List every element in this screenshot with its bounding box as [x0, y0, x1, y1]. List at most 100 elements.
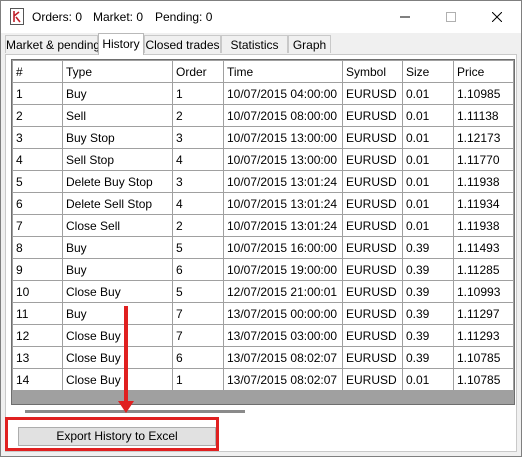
cell-symbol: EURUSD [342, 82, 403, 105]
column-header-price[interactable]: Price [453, 60, 514, 83]
cell-number: 12 [12, 324, 63, 347]
table-row[interactable]: 8 Buy 5 10/07/2015 16:00:00 EURUSD 0.39 1.1149… [12, 236, 514, 259]
cell-order: 4 [172, 192, 224, 215]
table-row[interactable]: 11 Buy 7 13/07/2015 00:00:00 EURUSD 0.39 1.112… [12, 302, 514, 325]
orders-count: Orders: 0 [32, 10, 83, 24]
table-row[interactable]: 13 Close Buy 6 13/07/2015 08:02:07 EURUSD 0.3… [12, 346, 514, 369]
tab-market-pending[interactable]: Market & pending [5, 35, 100, 53]
cell-time: 12/07/2015 21:00:01 [223, 280, 343, 303]
cell-time: 10/07/2015 13:00:00 [223, 148, 343, 171]
cell-time: 10/07/2015 04:00:00 [223, 82, 343, 105]
cell-type: Buy [62, 236, 173, 259]
cell-symbol: EURUSD [342, 126, 403, 149]
table-row[interactable]: 9 Buy 6 10/07/2015 19:00:00 EURUSD 0.39 1.1128… [12, 258, 514, 281]
cell-size: 0.01 [402, 368, 454, 391]
cell-time: 10/07/2015 08:00:00 [223, 104, 343, 127]
tab-statistics[interactable]: Statistics [221, 35, 288, 53]
column-header-order[interactable]: Order [172, 60, 224, 83]
cell-number: 3 [12, 126, 63, 149]
cell-price: 1.11934 [453, 192, 514, 215]
cell-symbol: EURUSD [342, 324, 403, 347]
cell-order: 7 [172, 302, 224, 325]
history-table: # Type Order Time Symbol Size Price 1 Buy… [12, 60, 514, 391]
cell-time: 10/07/2015 19:00:00 [223, 258, 343, 281]
horizontal-scrollbar[interactable] [25, 410, 245, 413]
cell-symbol: EURUSD [342, 368, 403, 391]
table-row[interactable]: 5 Delete Buy Stop 3 10/07/2015 13:01:24 EURU… [12, 170, 514, 193]
tab-graph[interactable]: Graph [288, 35, 331, 53]
cell-type: Buy [62, 258, 173, 281]
tab-closed-trades[interactable]: Closed trades [144, 35, 221, 53]
column-header-size[interactable]: Size [402, 60, 454, 83]
cell-time: 10/07/2015 13:01:24 [223, 192, 343, 215]
cell-number: 2 [12, 104, 63, 127]
cell-order: 3 [172, 126, 224, 149]
title-bar: Orders: 0 Market: 0 Pending: 0 [1, 1, 521, 33]
cell-size: 0.39 [402, 280, 454, 303]
market-count: Market: 0 [93, 10, 144, 24]
cell-symbol: EURUSD [342, 346, 403, 369]
close-button[interactable] [474, 1, 520, 33]
cell-time: 13/07/2015 03:00:00 [223, 324, 343, 347]
cell-size: 0.39 [402, 346, 454, 369]
minimize-icon [400, 16, 410, 18]
table-row[interactable]: 2 Sell 2 10/07/2015 08:00:00 EURUSD 0.01 1.111… [12, 104, 514, 127]
cell-price: 1.10785 [453, 346, 514, 369]
cell-symbol: EURUSD [342, 170, 403, 193]
cell-order: 1 [172, 82, 224, 105]
cell-order: 2 [172, 104, 224, 127]
column-header-time[interactable]: Time [223, 60, 343, 83]
cell-number: 6 [12, 192, 63, 215]
export-history-button[interactable]: Export History to Excel [18, 427, 216, 446]
table-row[interactable]: 6 Delete Sell Stop 4 10/07/2015 13:01:24 EUR… [12, 192, 514, 215]
cell-type: Close Buy [62, 324, 173, 347]
cell-price: 1.11938 [453, 170, 514, 193]
maximize-button[interactable] [428, 1, 474, 33]
column-header-symbol[interactable]: Symbol [342, 60, 403, 83]
cell-symbol: EURUSD [342, 214, 403, 237]
cell-type: Close Buy [62, 368, 173, 391]
cell-type: Sell Stop [62, 148, 173, 171]
cell-time: 10/07/2015 16:00:00 [223, 236, 343, 259]
cell-price: 1.11770 [453, 148, 514, 171]
cell-number: 11 [12, 302, 63, 325]
cell-price: 1.10985 [453, 82, 514, 105]
table-row[interactable]: 10 Close Buy 5 12/07/2015 21:00:01 EURUSD 0.3… [12, 280, 514, 303]
table-row[interactable]: 12 Close Buy 7 13/07/2015 03:00:00 EURUSD 0.3… [12, 324, 514, 347]
cell-size: 0.39 [402, 258, 454, 281]
annotation-arrow-shaft [124, 306, 128, 403]
table-row[interactable]: 3 Buy Stop 3 10/07/2015 13:00:00 EURUSD 0.01 1… [12, 126, 514, 149]
cell-number: 1 [12, 82, 63, 105]
cell-order: 4 [172, 148, 224, 171]
cell-size: 0.01 [402, 214, 454, 237]
cell-symbol: EURUSD [342, 148, 403, 171]
cell-type: Close Buy [62, 280, 173, 303]
cell-time: 13/07/2015 08:02:07 [223, 368, 343, 391]
table-body: 1 Buy 1 10/07/2015 04:00:00 EURUSD 0.01 1.1098… [12, 82, 514, 391]
cell-type: Close Sell [62, 214, 173, 237]
cell-time: 13/07/2015 00:00:00 [223, 302, 343, 325]
cell-size: 0.01 [402, 126, 454, 149]
column-header-type[interactable]: Type [62, 60, 173, 83]
cell-type: Buy [62, 302, 173, 325]
cell-symbol: EURUSD [342, 302, 403, 325]
column-header-number[interactable]: # [12, 60, 63, 83]
cell-order: 5 [172, 236, 224, 259]
cell-order: 6 [172, 346, 224, 369]
cell-number: 7 [12, 214, 63, 237]
cell-type: Buy [62, 82, 173, 105]
table-row[interactable]: 1 Buy 1 10/07/2015 04:00:00 EURUSD 0.01 1.1098… [12, 82, 514, 105]
tab-history[interactable]: History [98, 33, 144, 55]
cell-price: 1.11297 [453, 302, 514, 325]
cell-symbol: EURUSD [342, 236, 403, 259]
cell-type: Sell [62, 104, 173, 127]
minimize-button[interactable] [382, 1, 428, 33]
cell-number: 9 [12, 258, 63, 281]
cell-size: 0.01 [402, 148, 454, 171]
cell-symbol: EURUSD [342, 258, 403, 281]
table-row[interactable]: 4 Sell Stop 4 10/07/2015 13:00:00 EURUSD 0.01… [12, 148, 514, 171]
table-row[interactable]: 14 Close Buy 1 13/07/2015 08:02:07 EURUSD 0.0… [12, 368, 514, 391]
table-row[interactable]: 7 Close Sell 2 10/07/2015 13:01:24 EURUSD 0.0… [12, 214, 514, 237]
cell-number: 5 [12, 170, 63, 193]
history-grid[interactable]: # Type Order Time Symbol Size Price 1 Buy… [11, 59, 515, 405]
